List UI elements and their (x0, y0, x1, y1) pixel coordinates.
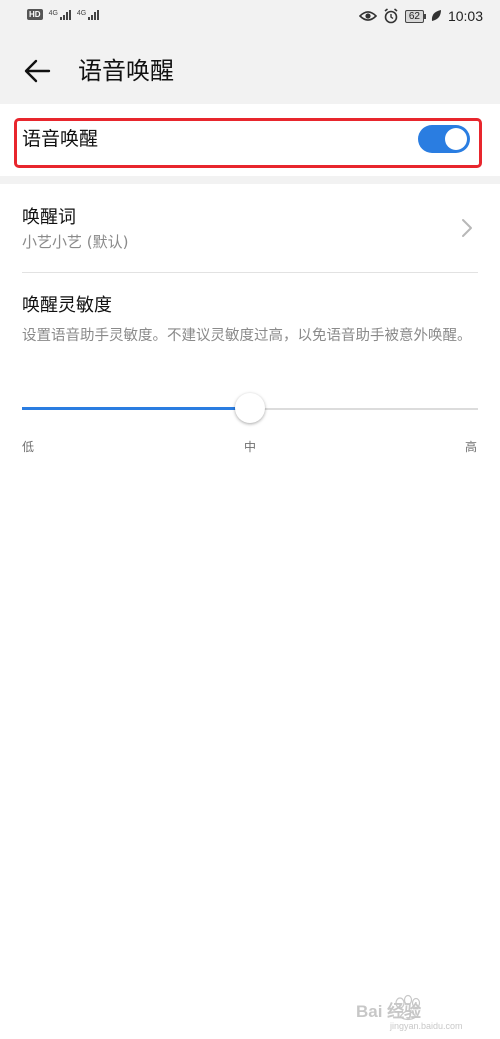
clock: 10:03 (447, 8, 483, 24)
sensitivity-low-label: 低 (22, 440, 35, 454)
status-left: HD 4G 4G (27, 9, 100, 20)
baidu-jingyan-watermark: Bai 经验 jingyan.baidu.com (356, 994, 463, 1031)
watermark-url: jingyan.baidu.com (389, 1021, 463, 1031)
voice-wakeup-row[interactable]: 语音唤醒 (0, 104, 500, 176)
divider (22, 272, 478, 273)
battery-icon: 62 (404, 9, 427, 23)
wake-word-value: 小艺小艺 (默认) (22, 233, 129, 251)
signal-icon: 4G (76, 9, 100, 20)
sensitivity-description: 设置语音助手灵敏度。不建议灵敏度过高，以免语音助手被意外唤醒。 (22, 328, 472, 344)
status-right: 62 10:03 (358, 8, 483, 24)
arrow-left-icon[interactable] (22, 56, 52, 86)
network-type-label: 4G (48, 9, 58, 17)
voice-wakeup-label: 语音唤醒 (22, 128, 99, 150)
hd-badge: HD (27, 9, 43, 20)
sensitivity-high-label: 高 (465, 440, 478, 454)
app-header: 语音唤醒 (0, 36, 500, 104)
toggle-knob (445, 128, 467, 150)
slider-fill (22, 407, 250, 410)
watermark-text: Bai 经验 (356, 1001, 422, 1021)
voice-wakeup-toggle[interactable] (418, 125, 470, 153)
wake-word-title: 唤醒词 (22, 207, 76, 228)
leaf-icon (431, 10, 441, 21)
slider-thumb[interactable] (235, 393, 265, 423)
page-title: 语音唤醒 (78, 57, 174, 85)
sensitivity-slider[interactable] (22, 392, 478, 426)
section-separator (0, 176, 500, 184)
eye-comfort-icon (358, 11, 377, 21)
wake-word-row[interactable]: 唤醒词 小艺小艺 (默认) (0, 184, 500, 272)
network-type-label: 4G (76, 9, 87, 17)
sensitivity-title: 唤醒灵敏度 (22, 295, 112, 316)
signal-icon: 4G (48, 9, 71, 20)
chevron-right-icon (462, 219, 472, 237)
sensitivity-mid-label: 中 (244, 440, 257, 454)
alarm-icon (384, 8, 398, 24)
status-bar: HD 4G 4G 62 10:03 (0, 0, 500, 36)
